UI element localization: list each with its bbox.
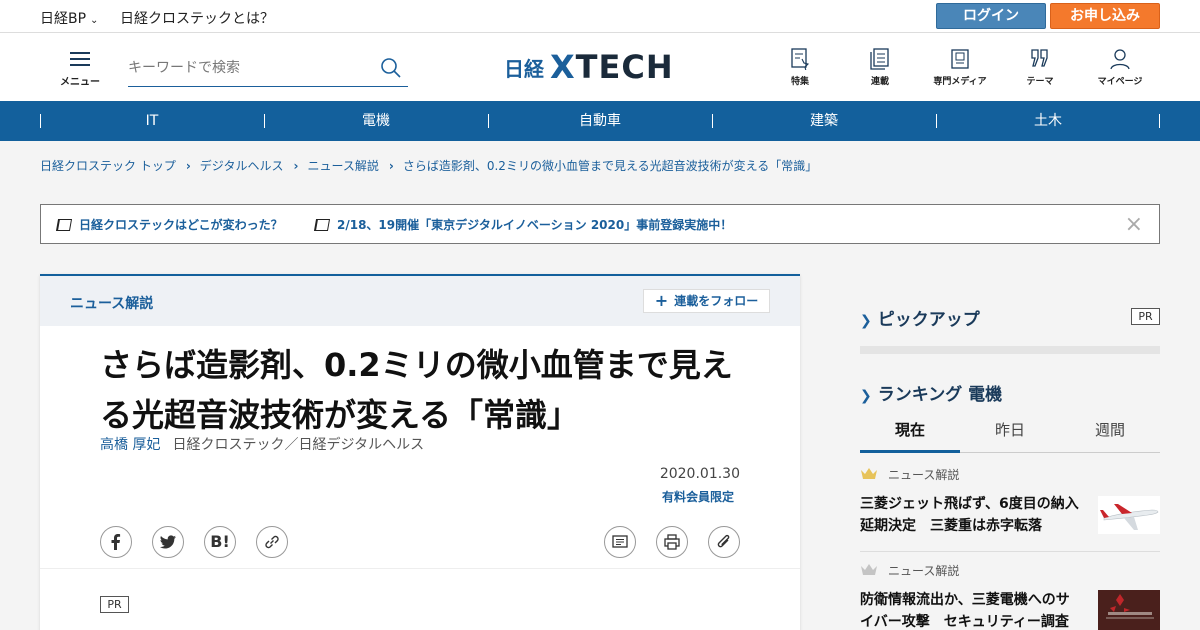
breadcrumb: 日経クロステック トップ › デジタルヘルス › ニュース解説 › さらば造影剤、0.2ミリ…	[40, 157, 817, 174]
close-icon[interactable]: ×	[1125, 212, 1143, 237]
pickup-placeholder	[860, 346, 1160, 354]
ranking-item[interactable]: ニュース解説 防衛情報流出か、三菱電機へのサイバー攻撃 セキュリティー調査	[860, 562, 1160, 630]
search-icon[interactable]	[380, 57, 402, 79]
feature-icon	[791, 48, 810, 70]
crown-gold-icon	[861, 468, 877, 479]
facebook-share-button[interactable]	[100, 526, 132, 558]
hatena-icon: B!	[210, 532, 230, 551]
facebook-icon	[111, 534, 121, 550]
user-icon	[1110, 49, 1130, 70]
menu-label: メニュー	[60, 77, 100, 88]
tab-current[interactable]: 現在	[860, 413, 960, 453]
publication: 日経クロステック／日経デジタルヘルス	[172, 437, 425, 453]
hamburger-icon	[70, 51, 90, 67]
nikkei-bp-link[interactable]: 日経BP ⌄	[40, 8, 98, 28]
crown-silver-icon	[861, 564, 877, 575]
chevron-right-icon: ❯	[860, 388, 872, 404]
print-button[interactable]	[656, 526, 688, 558]
paid-member-badge: 有料会員限定	[661, 490, 734, 504]
comment-button[interactable]	[604, 526, 636, 558]
author-link[interactable]: 高橋 厚妃	[100, 437, 160, 453]
ranking-heading: ❯ ランキング 電機	[860, 385, 1003, 405]
nav-theme[interactable]: テーマ	[1000, 48, 1080, 87]
article-title: さらば造影剤、0.2ミリの微小血管まで見える光超音波技術が変える「常識」	[100, 346, 733, 434]
breadcrumb-current: さらば造影剤、0.2ミリの微小血管まで見える光超音波技術が変える「常識」	[402, 159, 818, 173]
tab-weekly[interactable]: 週間	[1060, 413, 1160, 453]
building-thumbnail	[1098, 590, 1160, 630]
airplane-thumbnail	[1098, 496, 1160, 534]
divider	[860, 551, 1160, 552]
copy-link-button[interactable]	[256, 526, 288, 558]
nav-feature[interactable]: 特集	[760, 48, 840, 87]
login-button[interactable]: ログイン	[936, 3, 1046, 29]
menu-button[interactable]: メニュー	[56, 51, 104, 95]
nav-mypage[interactable]: マイページ	[1080, 48, 1160, 87]
article-category[interactable]: ニュース解説	[70, 293, 153, 313]
twitter-icon	[160, 535, 176, 549]
comment-icon	[612, 535, 628, 548]
twitter-share-button[interactable]	[152, 526, 184, 558]
notice-link[interactable]: 2/18、19開催「東京デジタルイノベーション 2020」事前登録実施中！	[313, 216, 732, 233]
chevron-right-icon: ❯	[860, 313, 872, 329]
chevron-right-icon: ›	[293, 159, 299, 173]
ranking-tabs: 現在 昨日 週間	[860, 413, 1160, 453]
article-card: ニュース解説 + 連載をフォロー さらば造影剤、0.2ミリの微小血管まで見える光超…	[40, 274, 800, 630]
category-electronics[interactable]: 電機	[264, 101, 488, 141]
print-icon	[664, 534, 680, 550]
search-box	[128, 53, 408, 87]
pr-badge: PR	[1131, 308, 1160, 325]
clip-button[interactable]	[708, 526, 740, 558]
paperclip-icon	[717, 534, 730, 548]
byline: 高橋 厚妃 日経クロステック／日経デジタルヘルス	[100, 434, 424, 454]
theme-icon	[1031, 49, 1048, 67]
publish-date: 2020.01.30	[659, 466, 740, 482]
ranking-title: 三菱ジェット飛ばず、6度目の納入延期決定 三菱重は赤字転落	[860, 496, 1079, 534]
notice-bar: 日経クロステックはどこが変わった？ 2/18、19開催「東京デジタルイノベーショ…	[40, 204, 1160, 244]
about-link[interactable]: 日経クロステックとは？	[120, 8, 274, 28]
notice-link[interactable]: 日経クロステックはどこが変わった？	[55, 216, 283, 233]
chevron-down-icon: ⌄	[90, 15, 99, 26]
nav-series[interactable]: 連載	[840, 48, 920, 87]
utility-bar: 日経BP ⌄ 日経クロステックとは？ ログイン お申し込み	[0, 0, 1200, 33]
site-logo[interactable]: 日経 XTECH	[504, 48, 674, 86]
category-architecture[interactable]: 建築	[712, 101, 936, 141]
article-header-bar: ニュース解説 + 連載をフォロー	[40, 276, 800, 326]
category-automotive[interactable]: 自動車	[488, 101, 712, 141]
breadcrumb-item[interactable]: デジタルヘルス	[200, 159, 284, 173]
chevron-right-icon: ›	[388, 159, 394, 173]
chevron-right-icon: ›	[185, 159, 191, 173]
site-header: メニュー 日経 XTECH 特集 連載 専門メディア テーマ マイページ	[0, 33, 1200, 101]
divider	[40, 568, 800, 569]
flag-icon	[313, 219, 331, 231]
flag-icon	[55, 219, 73, 231]
ranking-title: 防衛情報流出か、三菱電機へのサイバー攻撃 セキュリティー調査	[860, 592, 1070, 630]
apply-button[interactable]: お申し込み	[1050, 3, 1160, 29]
pr-badge: PR	[100, 596, 129, 613]
search-input[interactable]	[128, 53, 368, 83]
breadcrumb-item[interactable]: 日経クロステック トップ	[40, 159, 176, 173]
pickup-heading: ❯ ピックアップ	[860, 310, 980, 330]
ranking-item[interactable]: ニュース解説 三菱ジェット飛ばず、6度目の納入延期決定 三菱重は赤字転落	[860, 466, 1160, 546]
follow-series-button[interactable]: + 連載をフォロー	[643, 289, 770, 313]
series-icon	[870, 48, 889, 70]
breadcrumb-item[interactable]: ニュース解説	[308, 159, 379, 173]
nav-media[interactable]: 専門メディア	[920, 48, 1000, 87]
tab-yesterday[interactable]: 昨日	[960, 413, 1060, 453]
hatena-bookmark-button[interactable]: B!	[204, 526, 236, 558]
category-civil[interactable]: 土木	[936, 101, 1160, 141]
category-it[interactable]: IT	[40, 101, 264, 141]
media-icon	[951, 49, 969, 69]
category-nav: IT 電機 自動車 建築 土木	[0, 101, 1200, 141]
plus-icon: +	[654, 291, 669, 310]
link-icon	[265, 535, 279, 549]
